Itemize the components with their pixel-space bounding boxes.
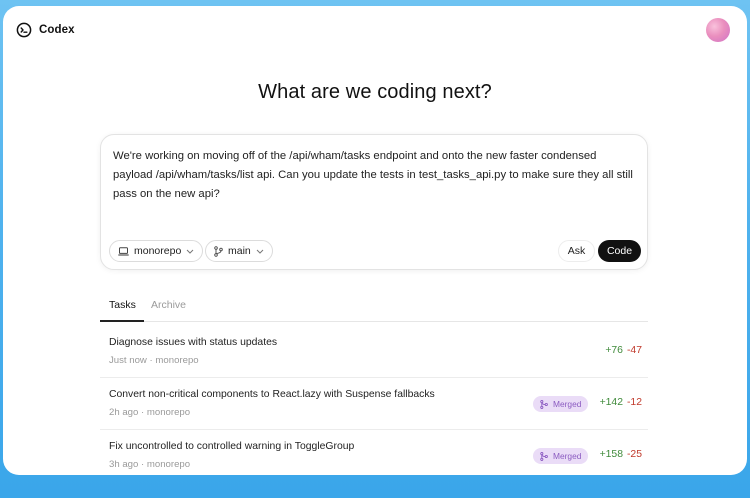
prompt-input[interactable]: We're working on moving off of the /api/… bbox=[113, 147, 638, 204]
repo-selector[interactable]: monorepo bbox=[109, 240, 204, 262]
app-logo[interactable]: Codex bbox=[16, 22, 75, 38]
task-time: Just now bbox=[109, 355, 147, 366]
prompt-composer: We're working on moving off of the /api/… bbox=[100, 134, 648, 270]
lines-added: +76 bbox=[605, 345, 623, 356]
task-time: 2h ago bbox=[109, 407, 139, 418]
lines-added: +142 bbox=[599, 397, 623, 408]
branch-label: main bbox=[228, 245, 251, 257]
app-window: Codex What are we coding next? We're wor… bbox=[3, 6, 747, 475]
app-name: Codex bbox=[39, 24, 75, 36]
task-time: 3h ago bbox=[109, 459, 139, 470]
merged-badge: Merged bbox=[533, 448, 589, 464]
diff-stats: +142 -12 bbox=[600, 397, 642, 408]
git-merge-icon bbox=[540, 451, 548, 461]
ask-button[interactable]: Ask bbox=[558, 240, 595, 262]
status-label: Merged bbox=[553, 451, 582, 461]
meta-separator: · bbox=[149, 355, 153, 366]
git-merge-icon bbox=[540, 399, 548, 409]
meta-separator: · bbox=[141, 407, 145, 418]
lines-removed: -12 bbox=[626, 397, 642, 408]
lines-added: +158 bbox=[599, 449, 623, 460]
task-row[interactable]: Convert non-critical components to React… bbox=[100, 378, 648, 430]
task-meta: 3h ago · monorepo bbox=[109, 459, 190, 470]
git-branch-icon bbox=[214, 245, 223, 257]
task-title: Diagnose issues with status updates bbox=[109, 337, 278, 348]
branch-selector[interactable]: main bbox=[205, 240, 273, 262]
tab-tasks[interactable]: Tasks bbox=[109, 299, 136, 311]
lines-removed: -47 bbox=[626, 345, 642, 356]
code-button[interactable]: Code bbox=[598, 240, 641, 262]
codex-logo-icon bbox=[16, 22, 32, 38]
top-bar: Codex bbox=[3, 6, 747, 50]
task-meta: Just now · monorepo bbox=[109, 355, 199, 366]
meta-separator: · bbox=[141, 459, 145, 470]
lines-removed: -25 bbox=[626, 449, 642, 460]
task-row[interactable]: Fix uncontrolled to controlled warning i… bbox=[100, 430, 648, 475]
chevron-down-icon bbox=[256, 249, 264, 254]
task-row[interactable]: Diagnose issues with status updates Just… bbox=[100, 326, 648, 378]
task-repo: monorepo bbox=[155, 355, 199, 366]
status-label: Merged bbox=[553, 399, 582, 409]
merged-badge: Merged bbox=[533, 396, 589, 412]
laptop-icon bbox=[118, 246, 129, 256]
active-tab-indicator bbox=[100, 320, 144, 322]
task-repo: monorepo bbox=[146, 459, 191, 470]
chevron-down-icon bbox=[186, 249, 194, 254]
diff-stats: +76 -47 bbox=[605, 345, 642, 356]
diff-stats: +158 -25 bbox=[600, 449, 642, 460]
task-title: Convert non-critical components to React… bbox=[109, 389, 435, 400]
task-title: Fix uncontrolled to controlled warning i… bbox=[109, 441, 355, 452]
page-title: What are we coding next? bbox=[258, 81, 492, 103]
task-repo: monorepo bbox=[146, 407, 191, 418]
tab-archive[interactable]: Archive bbox=[151, 299, 186, 311]
user-avatar[interactable] bbox=[706, 18, 730, 42]
task-tabs: Tasks Archive bbox=[100, 296, 648, 322]
repo-label: monorepo bbox=[134, 245, 182, 257]
task-meta: 2h ago · monorepo bbox=[109, 407, 190, 418]
